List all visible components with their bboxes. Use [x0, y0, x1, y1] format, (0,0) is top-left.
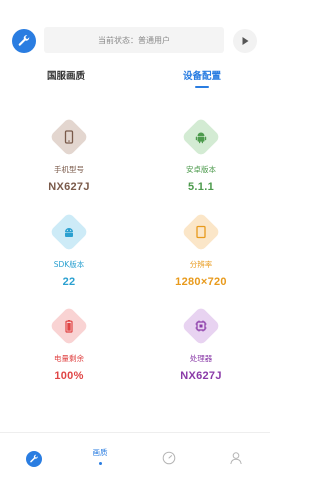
card-label: 安卓版本 — [186, 165, 216, 174]
nav-profile[interactable] — [227, 433, 245, 480]
nav-tools[interactable] — [24, 433, 44, 480]
card-sdk-version: SDK版本 22 — [19, 212, 119, 288]
chip-icon — [195, 320, 207, 332]
active-nav-dot — [98, 462, 102, 465]
active-tab-indicator — [195, 86, 209, 88]
card-label: 手机型号 — [54, 165, 84, 174]
card-label: 电量剩余 — [54, 354, 84, 363]
card-value: NX627J — [180, 370, 222, 382]
gauge-icon — [162, 451, 176, 465]
tab-device-config[interactable]: 设备配置 — [183, 68, 221, 82]
play-icon — [242, 37, 249, 45]
card-label: SDK版本 — [53, 260, 85, 269]
nav-quality[interactable]: 画质 — [85, 433, 115, 480]
card-phone-model: 手机型号 NX627J — [19, 117, 119, 193]
card-value: 5.1.1 — [188, 181, 214, 193]
tab-guofu-quality[interactable]: 国服画质 — [47, 68, 85, 82]
card-value: 1280×720 — [175, 276, 227, 288]
bottom-nav: 画质 — [0, 432, 270, 480]
user-icon — [230, 452, 242, 465]
card-value: 22 — [62, 276, 76, 288]
play-button[interactable] — [233, 29, 257, 53]
wrench-icon — [18, 35, 30, 46]
card-value: NX627J — [48, 181, 90, 193]
card-android-version: 安卓版本 5.1.1 — [151, 117, 251, 193]
card-processor: 处理器 NX627J — [151, 306, 251, 382]
top-bar: 当前状态：普通用户 — [0, 0, 270, 62]
wrench-icon — [30, 454, 38, 463]
battery-icon — [65, 320, 73, 333]
nav-speed[interactable] — [160, 433, 178, 480]
status-box: 当前状态：普通用户 — [44, 27, 224, 53]
tab-bar: 国服画质 设备配置 — [0, 64, 270, 94]
wrench-button[interactable] — [12, 29, 36, 53]
android-head-icon — [65, 228, 73, 237]
card-battery: 电量剩余 100% — [19, 306, 119, 382]
card-resolution: 分辨率 1280×720 — [151, 212, 251, 288]
android-icon — [195, 132, 207, 144]
card-label: 分辨率 — [189, 260, 213, 269]
tablet-icon — [196, 225, 206, 239]
phone-icon — [64, 130, 74, 144]
card-value: 100% — [54, 370, 84, 382]
nav-quality-label: 画质 — [92, 448, 108, 457]
card-label: 处理器 — [189, 354, 213, 363]
status-text: 当前状态：普通用户 — [98, 35, 170, 45]
